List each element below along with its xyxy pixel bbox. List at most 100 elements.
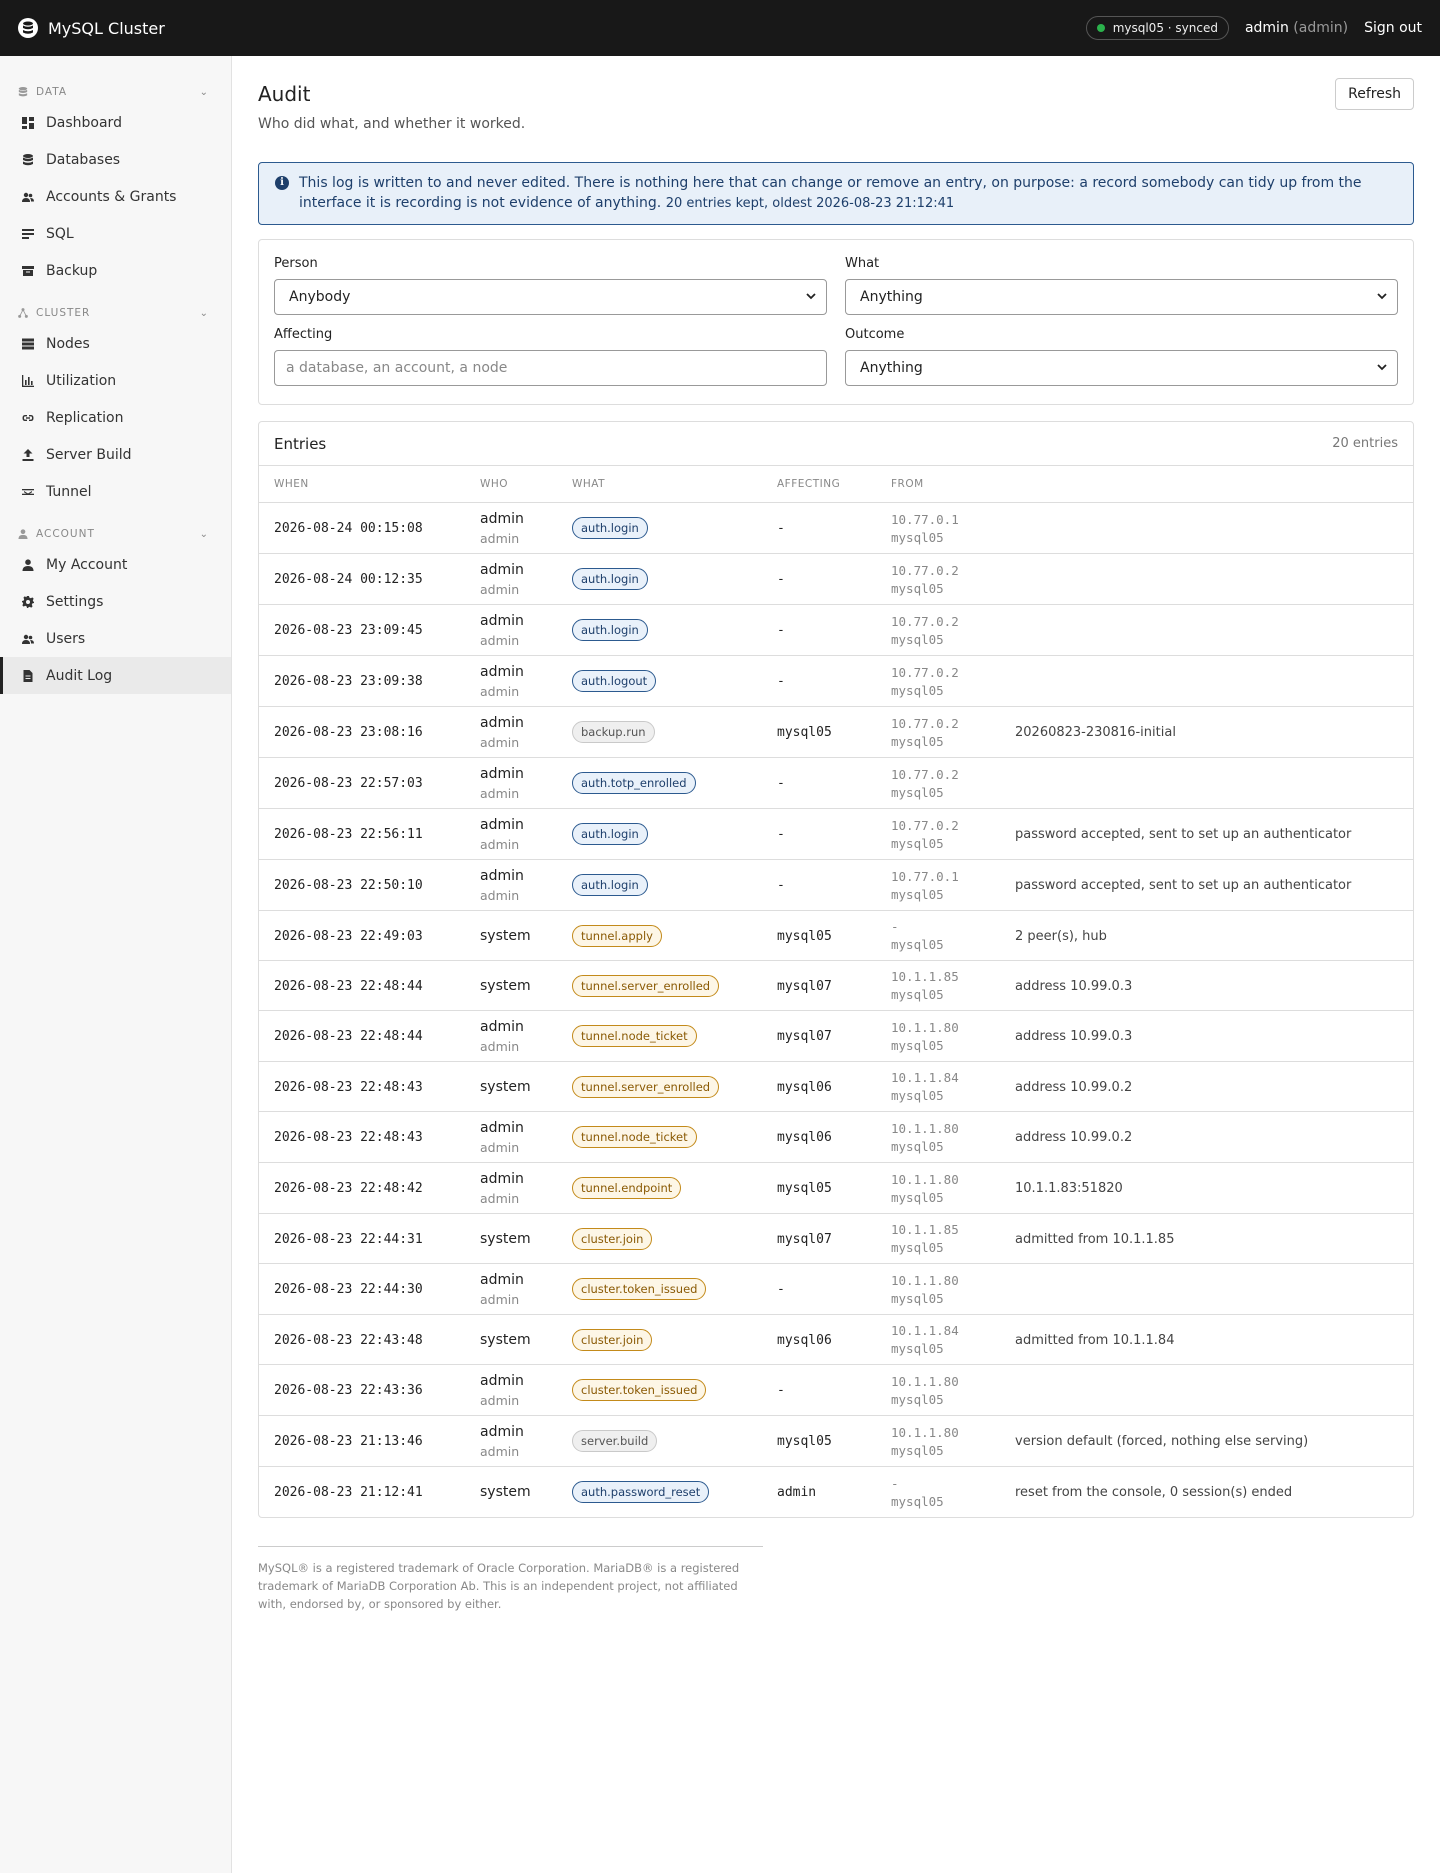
entries-title: Entries bbox=[274, 434, 327, 453]
entry-from-host: mysql05 bbox=[891, 631, 944, 647]
person-label: Person bbox=[274, 256, 318, 271]
entry-when: 2026-08-23 23:09:45 bbox=[274, 623, 423, 638]
sidebar-item-backup[interactable]: Backup bbox=[0, 252, 231, 289]
sidebar-item-sql[interactable]: SQL bbox=[0, 215, 231, 252]
sidebar-item-settings[interactable]: Settings bbox=[0, 583, 231, 620]
chevron-down-icon: ⌄ bbox=[199, 86, 209, 98]
sidebar-item-label: Users bbox=[46, 630, 86, 647]
entry-when: 2026-08-23 22:44:31 bbox=[274, 1231, 423, 1247]
database-icon bbox=[18, 18, 38, 38]
table-row[interactable]: 2026-08-23 22:56:11 admin admin auth.login -… bbox=[259, 809, 1413, 860]
link-icon bbox=[22, 412, 34, 424]
footer-disclaimer: MySQL® is a registered trademark of Orac… bbox=[258, 1546, 763, 1613]
outcome-label: Outcome bbox=[845, 327, 905, 342]
table-row[interactable]: 2026-08-23 22:43:36 admin admin cluster.tok… bbox=[259, 1365, 1413, 1416]
entry-who-role: admin bbox=[480, 581, 520, 597]
table-row[interactable]: 2026-08-23 22:48:43 system tunnel.server_e… bbox=[259, 1062, 1413, 1112]
person-select[interactable]: Anybody bbox=[274, 279, 827, 315]
sidebar-item-audit-log[interactable]: Audit Log bbox=[0, 657, 231, 694]
dashboard-icon bbox=[22, 116, 34, 129]
table-row[interactable]: 2026-08-23 21:13:46 admin admin server.buil… bbox=[259, 1416, 1413, 1467]
sidebar-item-server-build[interactable]: Server Build bbox=[0, 436, 231, 473]
column-affecting: AFFECTING bbox=[777, 478, 841, 490]
table-row[interactable]: 2026-08-23 23:09:38 admin admin auth.logout… bbox=[259, 656, 1413, 707]
sidebar-section-title: ACCOUNT bbox=[36, 528, 95, 540]
entry-action-badge: auth.login bbox=[572, 823, 648, 845]
entry-who: admin bbox=[480, 765, 524, 782]
entry-from-ip: 10.77.0.2 bbox=[891, 562, 959, 578]
table-row[interactable]: 2026-08-23 22:48:42 admin admin tunnel.endp… bbox=[259, 1163, 1413, 1214]
entry-from-ip: 10.77.0.2 bbox=[891, 664, 959, 680]
notice-meta: 20 entries kept, oldest 2026-08-23 21:12… bbox=[665, 196, 955, 211]
table-row[interactable]: 2026-08-23 22:48:43 admin admin tunnel.node… bbox=[259, 1112, 1413, 1163]
entry-from-ip: 10.1.1.84 bbox=[891, 1323, 959, 1338]
sidebar-item-label: Audit Log bbox=[46, 667, 113, 684]
table-row[interactable]: 2026-08-23 22:48:44 admin admin tunnel.node… bbox=[259, 1011, 1413, 1062]
outcome-select[interactable]: Anything bbox=[845, 350, 1398, 386]
entry-when: 2026-08-23 23:08:16 bbox=[274, 725, 423, 740]
sidebar-item-label: My Account bbox=[46, 556, 128, 573]
affecting-label: Affecting bbox=[274, 327, 333, 342]
users-icon bbox=[22, 191, 34, 203]
entry-from-host: mysql05 bbox=[891, 580, 944, 596]
column-what: WHAT bbox=[572, 478, 606, 490]
cluster-icon bbox=[18, 308, 28, 318]
sidebar-section-data[interactable]: DATA ⌄ bbox=[0, 80, 231, 104]
entry-when: 2026-08-23 22:43:36 bbox=[274, 1383, 423, 1398]
table-row[interactable]: 2026-08-23 22:48:44 system tunnel.server_e… bbox=[259, 961, 1413, 1011]
entry-who-role: admin bbox=[480, 1190, 520, 1206]
sidebar-item-label: Databases bbox=[46, 151, 121, 168]
entry-action-badge: auth.login bbox=[572, 568, 648, 590]
entry-from-ip: 10.1.1.80 bbox=[891, 1019, 959, 1035]
entry-who: admin bbox=[480, 816, 524, 833]
affecting-input[interactable]: a database, an account, a node bbox=[274, 350, 827, 386]
entry-from-ip: 10.77.0.2 bbox=[891, 766, 959, 782]
entry-from-ip: 10.77.0.2 bbox=[891, 817, 959, 833]
table-row[interactable]: 2026-08-23 23:09:45 admin admin auth.login -… bbox=[259, 605, 1413, 656]
entry-who: admin bbox=[480, 561, 524, 578]
entry-when: 2026-08-23 21:13:46 bbox=[274, 1434, 423, 1449]
table-row[interactable]: 2026-08-23 23:08:16 admin admin backup.run m… bbox=[259, 707, 1413, 758]
table-row[interactable]: 2026-08-23 22:57:03 admin admin auth.totp_e… bbox=[259, 758, 1413, 809]
sidebar-section-account[interactable]: ACCOUNT ⌄ bbox=[0, 522, 231, 546]
table-row[interactable]: 2026-08-23 22:50:10 admin admin auth.login -… bbox=[259, 860, 1413, 911]
entry-from-host: mysql05 bbox=[891, 937, 944, 952]
refresh-button[interactable]: Refresh bbox=[1335, 78, 1414, 110]
sidebar-item-my-account[interactable]: My Account bbox=[0, 546, 231, 583]
entry-affecting: mysql07 bbox=[777, 978, 832, 994]
table-row[interactable]: 2026-08-24 00:12:35 admin admin auth.login -… bbox=[259, 554, 1413, 605]
table-row[interactable]: 2026-08-24 00:15:08 admin admin auth.login -… bbox=[259, 503, 1413, 554]
entry-who-role: admin bbox=[480, 1443, 520, 1459]
sidebar-item-nodes[interactable]: Nodes bbox=[0, 325, 231, 362]
sidebar-item-databases[interactable]: Databases bbox=[0, 141, 231, 178]
entries-header: Entries 20 entries bbox=[259, 422, 1413, 466]
sidebar-item-label: Utilization bbox=[46, 372, 117, 389]
table-row[interactable]: 2026-08-23 21:12:41 system auth.password_r… bbox=[259, 1467, 1413, 1517]
entry-when: 2026-08-23 22:50:10 bbox=[274, 878, 423, 893]
table-row[interactable]: 2026-08-23 22:44:30 admin admin cluster.tok… bbox=[259, 1264, 1413, 1315]
sidebar-section-cluster[interactable]: CLUSTER ⌄ bbox=[0, 301, 231, 325]
table-row[interactable]: 2026-08-23 22:43:48 system cluster.join mys… bbox=[259, 1315, 1413, 1365]
server-icon bbox=[22, 338, 34, 350]
sidebar-item-users[interactable]: Users bbox=[0, 620, 231, 657]
column-from: FROM bbox=[891, 478, 924, 490]
what-select[interactable]: Anything bbox=[845, 279, 1398, 315]
entry-who-role: admin bbox=[480, 785, 520, 801]
entry-action-badge: tunnel.endpoint bbox=[572, 1177, 682, 1199]
entry-affecting: mysql05 bbox=[777, 1434, 832, 1449]
sidebar-item-dashboard[interactable]: Dashboard bbox=[0, 104, 231, 141]
sidebar-item-tunnel[interactable]: Tunnel bbox=[0, 473, 231, 510]
entry-when: 2026-08-24 00:12:35 bbox=[274, 572, 423, 587]
entry-who: system bbox=[480, 1230, 531, 1247]
brand[interactable]: MySQL Cluster bbox=[18, 18, 165, 38]
entry-detail: 20260823-230816-initial bbox=[1015, 725, 1176, 740]
entry-who-role: admin bbox=[480, 1038, 520, 1054]
table-row[interactable]: 2026-08-23 22:44:31 system cluster.join mys… bbox=[259, 1214, 1413, 1264]
sidebar-item-replication[interactable]: Replication bbox=[0, 399, 231, 436]
entry-who: admin bbox=[480, 510, 524, 527]
table-row[interactable]: 2026-08-23 22:49:03 system tunnel.apply mys… bbox=[259, 911, 1413, 961]
sign-out-link[interactable]: Sign out bbox=[1364, 20, 1422, 36]
sidebar-item-utilization[interactable]: Utilization bbox=[0, 362, 231, 399]
sidebar-item-accounts-grants[interactable]: Accounts & Grants bbox=[0, 178, 231, 215]
entry-from-ip: - bbox=[891, 1475, 899, 1491]
